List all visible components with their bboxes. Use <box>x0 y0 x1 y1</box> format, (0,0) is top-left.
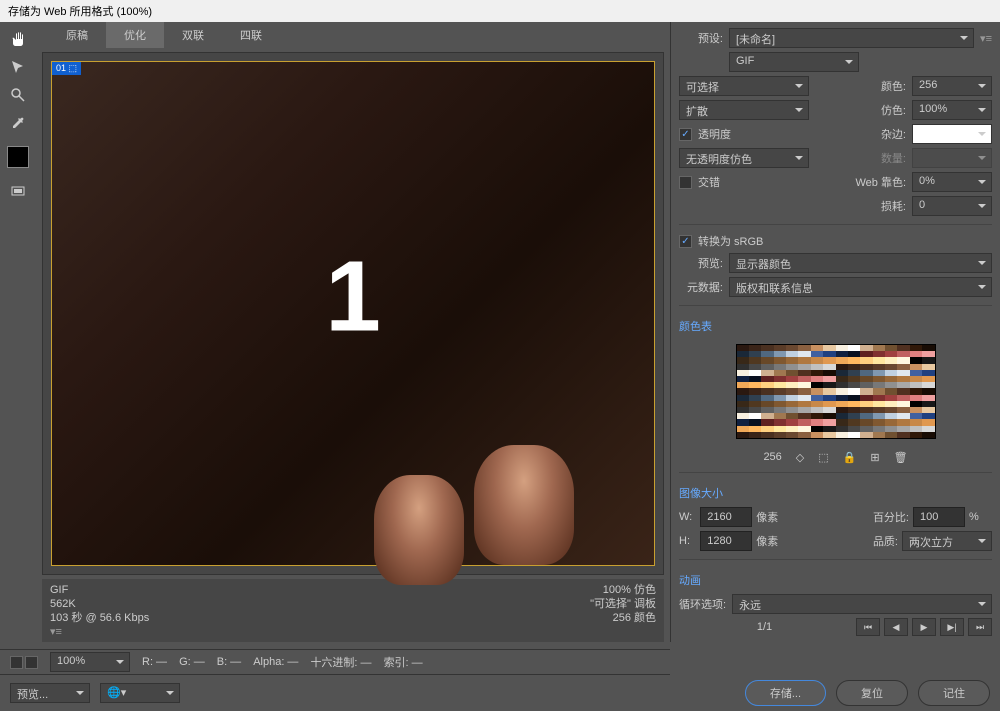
overlay-number: 1 <box>325 239 381 354</box>
lossy-label: 损耗: <box>862 198 906 214</box>
status-r: R: — <box>142 656 167 668</box>
slice-badge: 01 ⬚ <box>52 62 81 75</box>
info-palette: "可选择" 调板 <box>590 597 656 611</box>
width-unit: 像素 <box>756 509 778 525</box>
preview-button[interactable]: 预览... <box>10 683 90 703</box>
status-toggle-2[interactable] <box>25 656 38 669</box>
image-size-title: 图像大小 <box>679 485 992 501</box>
width-input[interactable] <box>700 507 752 527</box>
interlace-label: 交错 <box>698 174 720 190</box>
slice-select-tool[interactable] <box>4 56 32 78</box>
srgb-checkbox[interactable] <box>679 235 692 248</box>
frame-indicator: 1/1 <box>679 621 850 633</box>
tab-original[interactable]: 原稿 <box>48 22 106 48</box>
matte-select[interactable] <box>912 124 992 144</box>
metadata-select[interactable]: 版权和联系信息 <box>729 277 992 297</box>
tab-2up[interactable]: 双联 <box>164 22 222 48</box>
view-tabs: 原稿 优化 双联 四联 <box>36 22 670 48</box>
srgb-label: 转换为 sRGB <box>698 233 763 249</box>
browser-preview-button[interactable]: 🌐▾ <box>100 683 180 703</box>
palette-new-icon[interactable]: ⊞ <box>870 451 879 464</box>
anim-prev-button[interactable]: ◀ <box>884 618 908 636</box>
eyedropper-tool[interactable] <box>4 112 32 134</box>
zoom-select[interactable]: 100% <box>50 652 130 672</box>
slice-visibility-tool[interactable] <box>4 180 32 202</box>
window-title: 存储为 Web 所用格式 (100%) <box>0 0 1000 22</box>
trans-amount-label: 数量: <box>862 150 906 166</box>
remember-button[interactable]: 记住 <box>918 680 990 706</box>
status-g: G: — <box>179 656 205 668</box>
format-select[interactable]: GIF <box>729 52 859 72</box>
panel-menu-icon[interactable]: ▾≡ <box>980 32 992 45</box>
transparency-checkbox[interactable] <box>679 128 692 141</box>
anim-last-button[interactable]: ⏭ <box>968 618 992 636</box>
height-input[interactable] <box>700 531 752 551</box>
info-dither: 100% 仿色 <box>590 583 656 597</box>
status-hex: 十六进制: — <box>310 654 371 670</box>
dither-amount-select[interactable]: 100% <box>912 100 992 120</box>
trans-dither-select[interactable]: 无透明度仿色 <box>679 148 809 168</box>
anim-first-button[interactable]: ⏮ <box>856 618 880 636</box>
preset-select[interactable]: [未命名] <box>729 28 974 48</box>
trans-amount-select <box>912 148 992 168</box>
height-label: H: <box>679 535 692 547</box>
websnap-select[interactable]: 0% <box>912 172 992 192</box>
color-table-title: 颜色表 <box>679 318 992 334</box>
width-label: W: <box>679 511 692 523</box>
quality-label: 品质: <box>873 533 898 549</box>
settings-panel: 预设: [未命名] ▾≡ GIF 可选择 颜色: 256 扩散 仿色: 100%… <box>670 22 1000 642</box>
preview-area[interactable]: 01 ⬚ 1 <box>42 52 664 575</box>
anim-next-button[interactable]: ▶| <box>940 618 964 636</box>
left-toolbar <box>0 22 36 642</box>
quality-select[interactable]: 两次立方 <box>902 531 992 551</box>
color-table[interactable] <box>736 344 936 439</box>
status-toggle-1[interactable] <box>10 656 23 669</box>
anim-play-button[interactable]: ▶ <box>912 618 936 636</box>
websnap-label: Web 靠色: <box>855 174 906 190</box>
preview-profile-label: 预览: <box>679 255 723 271</box>
color-count: 256 <box>763 451 781 464</box>
palette-delete-icon[interactable]: 🗑 <box>894 451 908 464</box>
dither-amount-label: 仿色: <box>862 102 906 118</box>
lossy-select[interactable]: 0 <box>912 196 992 216</box>
hand-tool[interactable] <box>4 28 32 50</box>
tab-optimized[interactable]: 优化 <box>106 22 164 48</box>
palette-lock-icon[interactable]: 🔒 <box>843 451 857 464</box>
preview-info: GIF 562K 103 秒 @ 56.6 Kbps ▾≡ 100% 仿色 "可… <box>42 579 664 642</box>
info-size: 562K <box>50 597 149 611</box>
transparency-label: 透明度 <box>698 126 731 142</box>
interlace-checkbox[interactable] <box>679 176 692 189</box>
preview-profile-select[interactable]: 显示器颜色 <box>729 253 992 273</box>
dither-select[interactable]: 扩散 <box>679 100 809 120</box>
info-menu-icon[interactable]: ▾≡ <box>50 626 62 638</box>
preset-label: 预设: <box>679 30 723 46</box>
reset-button[interactable]: 复位 <box>836 680 908 706</box>
tab-4up[interactable]: 四联 <box>222 22 280 48</box>
colors-select[interactable]: 256 <box>912 76 992 96</box>
palette-pick-icon[interactable]: ◇ <box>796 451 804 464</box>
status-b: B: — <box>217 656 241 668</box>
status-alpha: Alpha: — <box>253 656 298 668</box>
info-time: 103 秒 @ 56.6 Kbps <box>50 611 149 625</box>
save-button[interactable]: 存储... <box>745 680 826 706</box>
matte-label: 杂边: <box>862 126 906 142</box>
percent-label: 百分比: <box>873 509 909 525</box>
percent-input[interactable] <box>913 507 965 527</box>
color-swatch[interactable] <box>7 146 29 168</box>
loop-select[interactable]: 永远 <box>732 594 992 614</box>
status-bar: 100% R: — G: — B: — Alpha: — 十六进制: — 索引:… <box>0 649 670 675</box>
reduction-select[interactable]: 可选择 <box>679 76 809 96</box>
loop-label: 循环选项: <box>679 596 726 612</box>
zoom-tool[interactable] <box>4 84 32 106</box>
info-colors: 256 颜色 <box>590 611 656 625</box>
status-index: 索引: — <box>384 654 423 670</box>
percent-unit: % <box>969 511 979 523</box>
metadata-label: 元数据: <box>679 279 723 295</box>
info-format: GIF <box>50 583 149 597</box>
colors-label: 颜色: <box>862 78 906 94</box>
height-unit: 像素 <box>756 533 778 549</box>
palette-shift-icon[interactable]: ⬚ <box>818 451 828 464</box>
animation-title: 动画 <box>679 572 992 588</box>
